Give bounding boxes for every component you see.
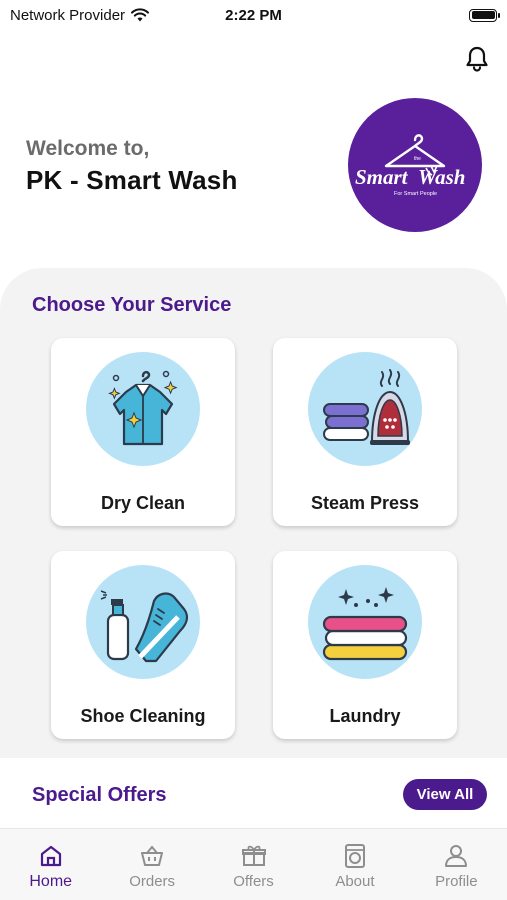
nav-label: Home — [29, 873, 73, 890]
nav-label: Orders — [129, 873, 176, 890]
svg-text:Smart: Smart — [355, 165, 409, 189]
service-label: Shoe Cleaning — [80, 706, 206, 726]
shoe-spray-icon — [86, 565, 200, 679]
service-label: Dry Clean — [100, 493, 186, 513]
service-card-steam-press[interactable]: Steam Press — [273, 338, 457, 526]
person-icon — [445, 845, 468, 867]
shirt-hanger-icon — [86, 352, 200, 466]
service-card-laundry[interactable]: Laundry — [273, 551, 457, 739]
service-label: Steam Press — [310, 493, 420, 513]
folded-clothes-icon — [308, 565, 422, 679]
battery-icon — [469, 8, 500, 22]
nav-orders[interactable]: Orders — [101, 829, 202, 900]
svg-text:For Smart People: For Smart People — [394, 191, 437, 197]
carrier-label: Network Provider — [10, 6, 126, 24]
svg-text:the: the — [414, 156, 421, 162]
nav-profile[interactable]: Profile — [406, 829, 507, 900]
services-panel: Choose Your Service Dry Clean Steam Pres… — [0, 268, 507, 758]
basket-icon — [141, 845, 164, 866]
special-offers-section: Special Offers View All — [0, 758, 507, 828]
wifi-icon — [131, 8, 150, 22]
gift-icon — [241, 845, 266, 866]
brand-logo: the Smart Wash For Smart People — [348, 98, 482, 232]
nav-home[interactable]: Home — [0, 829, 101, 900]
home-icon — [40, 845, 61, 867]
nav-label: About — [335, 873, 375, 890]
service-label: Laundry — [329, 706, 401, 726]
svg-text:Wash: Wash — [418, 165, 465, 189]
view-all-button[interactable]: View All — [403, 779, 487, 810]
service-card-dry-clean[interactable]: Dry Clean — [51, 338, 235, 526]
offers-title: Special Offers — [32, 784, 167, 806]
bottom-nav: Home Orders Offers About Profile — [0, 828, 507, 900]
nav-about[interactable]: About — [304, 829, 405, 900]
washing-machine-icon — [344, 844, 365, 868]
nav-offers[interactable]: Offers — [203, 829, 304, 900]
store-name: PK - Smart Wash — [26, 165, 238, 195]
nav-label: Profile — [435, 873, 478, 890]
service-card-shoe-cleaning[interactable]: Shoe Cleaning — [51, 551, 235, 739]
welcome-text: Welcome to, — [26, 137, 150, 160]
nav-label: Offers — [233, 873, 274, 890]
status-bar: Network Provider 2:22 PM — [0, 0, 507, 30]
welcome-header: Welcome to, PK - Smart Wash — [26, 137, 238, 196]
services-title: Choose Your Service — [32, 294, 232, 316]
bell-icon[interactable] — [465, 46, 489, 72]
iron-towels-icon — [308, 352, 422, 466]
